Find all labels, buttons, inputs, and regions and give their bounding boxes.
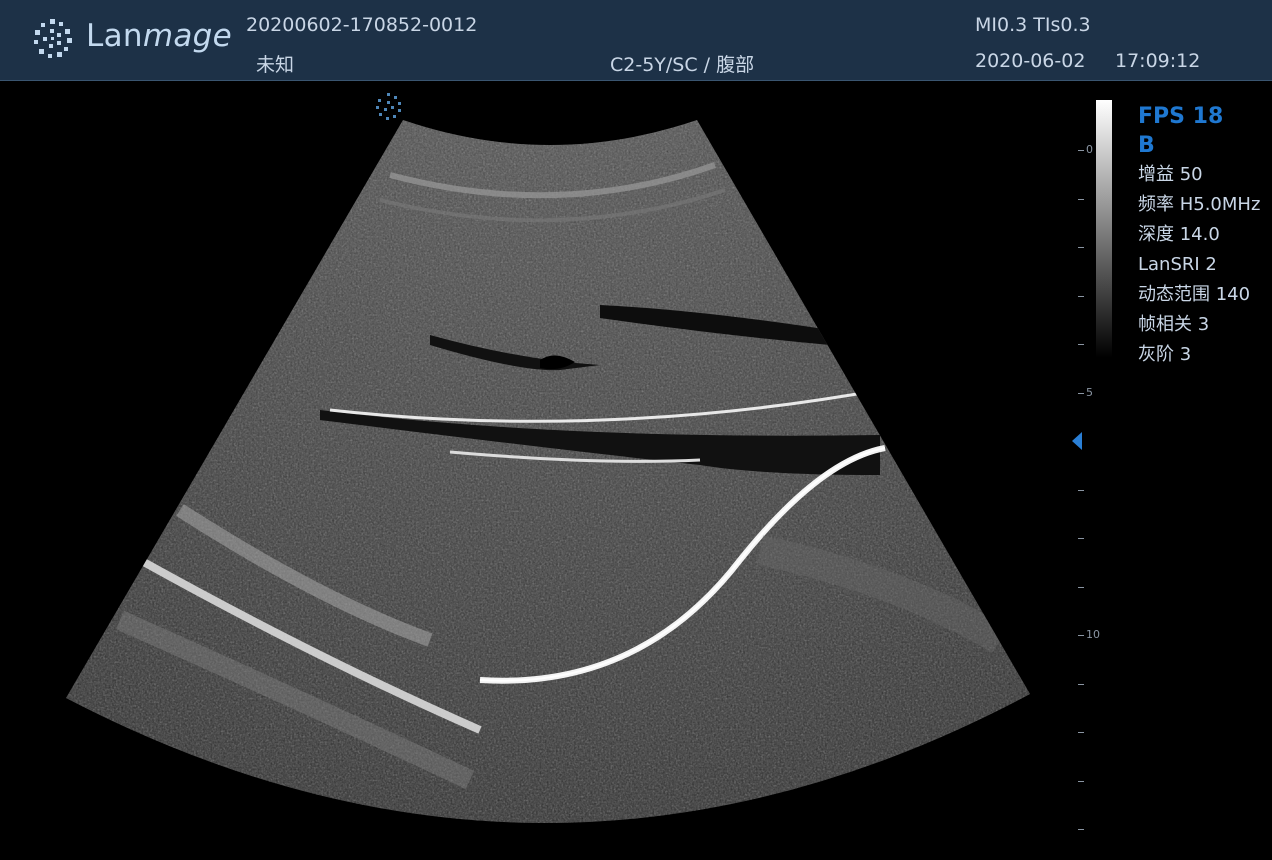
depth-tick [1078, 199, 1084, 200]
patient-name: 未知 [256, 54, 295, 76]
depth-tick [1078, 490, 1084, 491]
exam-date: 2020-06-02 [975, 50, 1086, 72]
depth-tick [1078, 635, 1084, 636]
probe-orientation-marker-icon [376, 93, 401, 120]
depth-tick [1078, 150, 1084, 151]
depth-tick [1078, 247, 1084, 248]
exam-time: 17:09:12 [1115, 50, 1201, 72]
depth-label-0: 0 [1086, 143, 1093, 156]
imaging-mode: B [1138, 133, 1155, 158]
top-info-bar: Lanmage 20200602-170852-0012 未知 C2-5Y/SC… [0, 0, 1272, 81]
depth-label-10: 10 [1086, 628, 1100, 641]
depth-tick [1078, 538, 1084, 539]
depth-tick [1078, 732, 1084, 733]
focus-marker-icon[interactable] [1072, 432, 1082, 450]
depth-tick [1078, 684, 1084, 685]
depth-scale: 0 5 10 [1060, 130, 1120, 850]
fps-readout: FPS 18 [1138, 104, 1224, 129]
param-gain: 增益 50 [1138, 164, 1203, 185]
brand-name: Lanmage [86, 18, 232, 54]
param-frame-correlation: 帧相关 3 [1138, 314, 1210, 335]
patient-id: 20200602-170852-0012 [246, 14, 478, 36]
param-frequency: 频率 H5.0MHz [1138, 194, 1261, 215]
depth-label-5: 5 [1086, 386, 1093, 399]
depth-tick [1078, 829, 1084, 830]
probe-preset: C2-5Y/SC / 腹部 [610, 54, 755, 76]
param-gray-map: 灰阶 3 [1138, 344, 1192, 365]
mi-tis-index: MI0.3 TIs0.3 [975, 14, 1091, 36]
depth-tick [1078, 393, 1084, 394]
param-dynamic-range: 动态范围 140 [1138, 284, 1251, 305]
imaging-parameters-panel: FPS 18 B 增益 50 频率 H5.0MHz 深度 14.0 LanSRI… [1138, 102, 1260, 370]
depth-tick [1078, 344, 1084, 345]
depth-tick [1078, 296, 1084, 297]
depth-tick [1078, 587, 1084, 588]
param-depth: 深度 14.0 [1138, 224, 1220, 245]
depth-tick [1078, 781, 1084, 782]
lanmage-logo-icon [34, 19, 72, 58]
param-lansri: LanSRI 2 [1138, 254, 1217, 275]
